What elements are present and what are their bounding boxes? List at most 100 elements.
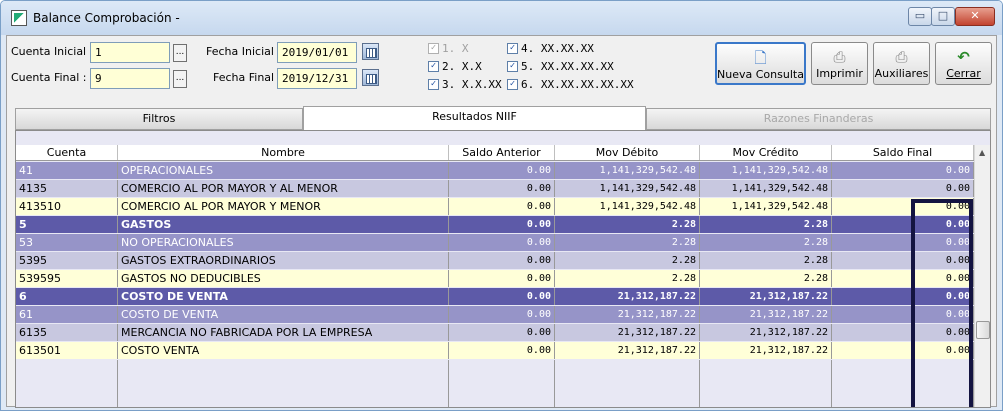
cell-nombre: OPERACIONALES bbox=[118, 162, 449, 179]
cell-cuenta: 539595 bbox=[16, 270, 118, 287]
cell-nombre: COMERCIO AL POR MAYOR Y MENOR bbox=[118, 198, 449, 215]
level-checkbox-5[interactable]: ✓ 5. XX.XX.XX.XX bbox=[507, 60, 614, 73]
col-header-nombre[interactable]: Nombre bbox=[118, 145, 449, 160]
scroll-thumb[interactable] bbox=[976, 321, 990, 339]
col-header-mov-credito[interactable]: Mov Crédito bbox=[700, 145, 832, 160]
cell-nombre: NO OPERACIONALES bbox=[118, 234, 449, 251]
cell-nombre: COSTO DE VENTA bbox=[118, 288, 449, 305]
cell-saldo-anterior: 0.00 bbox=[449, 252, 555, 269]
tab-razones-financieras: Razones Finanderas bbox=[646, 108, 991, 130]
imprimir-button[interactable]: ⎙ Imprimir bbox=[811, 42, 868, 85]
tab-strip: Filtros Resultados NIIF Razones Finander… bbox=[15, 106, 991, 131]
table-row[interactable]: 613501 COSTO VENTA 0.00 21,312,187.22 21,312… bbox=[16, 342, 974, 359]
cell-cuenta: 41 bbox=[16, 162, 118, 179]
fecha-inicial-label: Fecha Inicial : bbox=[206, 45, 282, 58]
cell-mov-debito: 2.28 bbox=[555, 216, 700, 233]
level-checkbox-2[interactable]: ✓ 2. X.X bbox=[428, 60, 482, 73]
checkmark-icon: ✓ bbox=[507, 43, 518, 54]
cell-mov-credito: 1,141,329,542.48 bbox=[700, 180, 832, 197]
col-header-saldo-final[interactable]: Saldo Final bbox=[832, 145, 974, 160]
auxiliares-button[interactable]: ⎙ Auxiliares bbox=[873, 42, 930, 85]
cuenta-inicial-browse-button[interactable]: ... bbox=[173, 44, 187, 62]
table-row[interactable]: 5 GASTOS 0.00 2.28 2.28 0.00 bbox=[16, 216, 974, 233]
cell-mov-credito: 21,312,187.22 bbox=[700, 306, 832, 323]
level-label-5: 5. XX.XX.XX.XX bbox=[521, 60, 614, 73]
level-label-2: 2. X.X bbox=[442, 60, 482, 73]
scroll-up-icon[interactable]: ▲ bbox=[979, 148, 985, 157]
empty-cell bbox=[700, 360, 832, 407]
checkmark-icon: ✓ bbox=[428, 79, 439, 90]
cell-nombre: COSTO DE VENTA bbox=[118, 306, 449, 323]
cell-saldo-anterior: 0.00 bbox=[449, 342, 555, 359]
fecha-inicial-input[interactable]: 2019/01/01 bbox=[277, 42, 357, 63]
cell-mov-debito: 1,141,329,542.48 bbox=[555, 198, 700, 215]
maximize-button[interactable]: □ bbox=[931, 7, 955, 26]
cell-cuenta: 413510 bbox=[16, 198, 118, 215]
cell-cuenta: 6135 bbox=[16, 324, 118, 341]
table-row[interactable]: 539595 GASTOS NO DEDUCIBLES 0.00 2.28 2.28 0.… bbox=[16, 270, 974, 287]
level-checkbox-4[interactable]: ✓ 4. XX.XX.XX bbox=[507, 42, 594, 55]
empty-cell bbox=[555, 360, 700, 407]
table-row[interactable]: 4135 COMERCIO AL POR MAYOR Y AL MENOR 0.00… bbox=[16, 180, 974, 197]
table-row[interactable]: 61 COSTO DE VENTA 0.00 21,312,187.22 21,312,… bbox=[16, 306, 974, 323]
table-row[interactable]: 53 NO OPERACIONALES 0.00 2.28 2.28 0.00 bbox=[16, 234, 974, 251]
table-row[interactable]: 413510 COMERCIO AL POR MAYOR Y MENOR 0.00 1… bbox=[16, 198, 974, 215]
level-checkbox-3[interactable]: ✓ 3. X.X.XX bbox=[428, 78, 502, 91]
col-header-cuenta[interactable]: Cuenta bbox=[16, 145, 118, 160]
window-title: Balance Comprobación - bbox=[33, 11, 180, 25]
fecha-final-calendar-icon[interactable] bbox=[362, 69, 379, 86]
fecha-final-input[interactable]: 2019/12/31 bbox=[277, 68, 357, 89]
cell-nombre: COMERCIO AL POR MAYOR Y AL MENOR bbox=[118, 180, 449, 197]
nueva-consulta-button[interactable]: 🗋 Nueva Consulta bbox=[715, 42, 806, 85]
cell-saldo-final: 0.00 bbox=[832, 180, 974, 197]
cell-cuenta: 61 bbox=[16, 306, 118, 323]
cell-mov-debito: 2.28 bbox=[555, 234, 700, 251]
close-button[interactable]: ✕ bbox=[955, 7, 995, 26]
app-icon bbox=[11, 10, 27, 26]
balance-window: Balance Comprobación - ▭ □ ✕ Cuenta Inic… bbox=[0, 0, 1003, 411]
saldo-final-highlight-box bbox=[911, 199, 973, 407]
tab-resultados-niif[interactable]: Resultados NIIF bbox=[303, 106, 646, 131]
vertical-scrollbar[interactable]: ▲ bbox=[974, 145, 990, 407]
cell-cuenta: 6 bbox=[16, 288, 118, 305]
level-checkbox-1[interactable]: ✓ 1. X bbox=[428, 42, 469, 55]
cuenta-final-label: Cuenta Final : bbox=[11, 71, 87, 84]
cell-mov-debito: 21,312,187.22 bbox=[555, 306, 700, 323]
cuenta-final-input[interactable]: 9 bbox=[90, 68, 170, 89]
tab-filtros[interactable]: Filtros bbox=[15, 108, 303, 130]
fecha-final-label: Fecha Final : bbox=[213, 71, 282, 84]
cell-cuenta: 613501 bbox=[16, 342, 118, 359]
minimize-button[interactable]: ▭ bbox=[908, 7, 932, 26]
col-header-saldo-anterior[interactable]: Saldo Anterior bbox=[449, 145, 555, 160]
table-row[interactable]: 5395 GASTOS EXTRAORDINARIOS 0.00 2.28 2.28 0.… bbox=[16, 252, 974, 269]
empty-cell bbox=[118, 360, 449, 407]
grid-header: Cuenta Nombre Saldo Anterior Mov Débito … bbox=[16, 145, 974, 161]
cell-mov-credito: 21,312,187.22 bbox=[700, 288, 832, 305]
cell-mov-debito: 21,312,187.22 bbox=[555, 342, 700, 359]
cell-mov-debito: 1,141,329,542.48 bbox=[555, 180, 700, 197]
cell-mov-credito: 2.28 bbox=[700, 216, 832, 233]
results-grid: Cuenta Nombre Saldo Anterior Mov Débito … bbox=[15, 130, 991, 408]
cuenta-final-browse-button[interactable]: ... bbox=[173, 70, 187, 88]
cuenta-inicial-input[interactable]: 1 bbox=[90, 42, 170, 63]
cell-mov-credito: 1,141,329,542.48 bbox=[700, 198, 832, 215]
cuenta-inicial-label: Cuenta Inicial : bbox=[11, 45, 94, 58]
col-header-mov-debito[interactable]: Mov Débito bbox=[555, 145, 700, 160]
cell-mov-debito: 2.28 bbox=[555, 252, 700, 269]
new-document-icon: 🗋 bbox=[754, 49, 767, 67]
printer-icon: ⎙ bbox=[833, 48, 846, 66]
cell-mov-debito: 21,312,187.22 bbox=[555, 324, 700, 341]
auxiliares-icon: ⎙ bbox=[895, 48, 908, 66]
fecha-inicial-calendar-icon[interactable] bbox=[362, 43, 379, 60]
empty-cell bbox=[16, 360, 118, 407]
cell-mov-credito: 2.28 bbox=[700, 234, 832, 251]
table-row[interactable]: 6 COSTO DE VENTA 0.00 21,312,187.22 21,312,1… bbox=[16, 288, 974, 305]
cell-saldo-anterior: 0.00 bbox=[449, 324, 555, 341]
cell-nombre: GASTOS EXTRAORDINARIOS bbox=[118, 252, 449, 269]
cell-saldo-anterior: 0.00 bbox=[449, 162, 555, 179]
table-row[interactable]: 41 OPERACIONALES 0.00 1,141,329,542.48 1,141… bbox=[16, 162, 974, 179]
level-checkbox-6[interactable]: ✓ 6. XX.XX.XX.XX.XX bbox=[507, 78, 634, 91]
table-row[interactable]: 6135 MERCANCIA NO FABRICADA POR LA EMPRES… bbox=[16, 324, 974, 341]
cerrar-button[interactable]: ↶ Cerrar bbox=[935, 42, 992, 85]
cell-saldo-anterior: 0.00 bbox=[449, 270, 555, 287]
